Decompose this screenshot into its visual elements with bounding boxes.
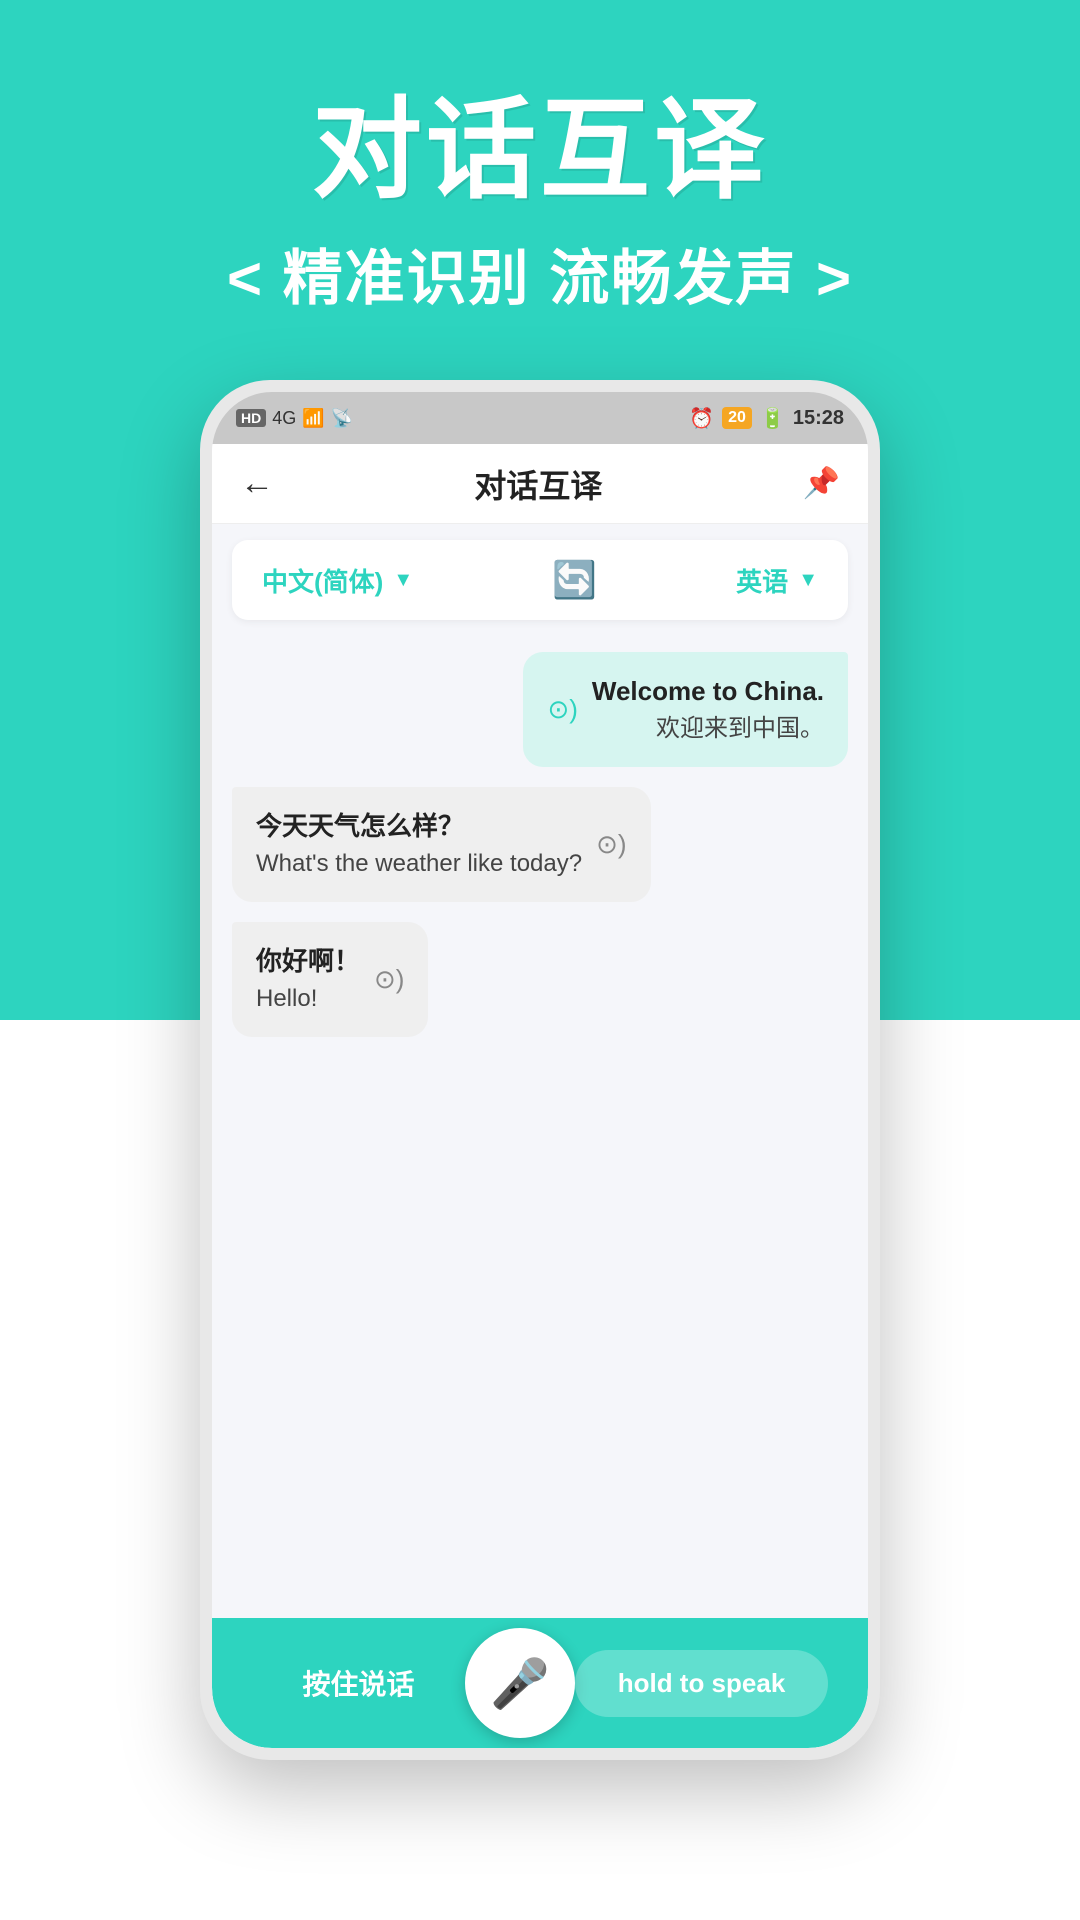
- language-right-arrow: ▼: [798, 569, 818, 592]
- sub-title: < 精准识别 流畅发声 >: [0, 230, 1080, 317]
- status-left: HD 4G 📶 📡: [236, 408, 353, 429]
- wifi-icon: 📡: [331, 408, 353, 429]
- chat-area: ⊙) Welcome to China. 欢迎来到中国。 今天天气怎么样？ Wh…: [212, 636, 868, 1618]
- sound-icon-left-2[interactable]: ⊙): [374, 964, 404, 995]
- sound-icon-left-1[interactable]: ⊙): [596, 829, 626, 860]
- language-selector: 中文(简体) ▼ 🔄 英语 ▼: [232, 540, 848, 620]
- bubble-text-right-1: Welcome to China. 欢迎来到中国。: [592, 672, 824, 747]
- time-display: 15:28: [793, 407, 844, 430]
- status-right: ⏰ 20 🔋 15:28: [689, 406, 844, 431]
- header: 对话互译 < 精准识别 流畅发声 >: [0, 60, 1080, 317]
- main-title: 对话互译: [0, 60, 1080, 220]
- bubble-text-left-1: 今天天气怎么样？ What's the weather like today?: [256, 807, 582, 882]
- bubble-text-left-2: 你好啊！ Hello!: [256, 942, 360, 1017]
- signal-icon: 📶: [302, 408, 324, 429]
- phone-outer: HD 4G 📶 📡 ⏰ 20 🔋 15:28 ← 对话互译: [200, 380, 880, 1760]
- message-bubble-left-2: 你好啊！ Hello! ⊙): [232, 922, 428, 1037]
- bubble-line2-left-2: Hello!: [256, 981, 360, 1017]
- phone-inner: HD 4G 📶 📡 ⏰ 20 🔋 15:28 ← 对话互译: [212, 392, 868, 1748]
- language-left-label: 中文(简体): [262, 562, 383, 599]
- hold-to-speak-left-button[interactable]: 按住说话: [252, 1663, 465, 1703]
- language-left-arrow: ▼: [393, 569, 413, 592]
- language-right-label: 英语: [736, 562, 788, 599]
- bubble-line1-right-1: Welcome to China.: [592, 672, 824, 711]
- app-screen: ← 对话互译 📌 中文(简体) ▼ 🔄 英语 ▼: [212, 444, 868, 1748]
- pin-icon[interactable]: 📌: [803, 466, 840, 501]
- bubble-line1-left-1: 今天天气怎么样？: [256, 807, 582, 846]
- bubble-line1-left-2: 你好啊！: [256, 942, 360, 981]
- language-left-selector[interactable]: 中文(简体) ▼: [262, 562, 413, 599]
- bubble-line2-right-1: 欢迎来到中国。: [592, 711, 824, 747]
- message-bubble-left-1: 今天天气怎么样？ What's the weather like today? …: [232, 787, 651, 902]
- bottom-action-bar: 按住说话 🎤 hold to speak: [212, 1618, 868, 1748]
- swap-languages-button[interactable]: 🔄: [552, 559, 597, 601]
- top-bar: ← 对话互译 📌: [212, 444, 868, 524]
- network-icon: 4G: [272, 408, 296, 429]
- hd-badge: HD: [236, 409, 266, 427]
- screen-title: 对话互译: [474, 461, 602, 507]
- sound-icon-right-1[interactable]: ⊙): [547, 694, 577, 725]
- language-right-selector[interactable]: 英语 ▼: [736, 562, 818, 599]
- phone-mockup: HD 4G 📶 📡 ⏰ 20 🔋 15:28 ← 对话互译: [200, 380, 880, 1760]
- bubble-line2-left-1: What's the weather like today?: [256, 846, 582, 882]
- mic-button[interactable]: 🎤: [465, 1628, 575, 1738]
- message-bubble-right-1: ⊙) Welcome to China. 欢迎来到中国。: [523, 652, 848, 767]
- battery-icon: 🔋: [760, 406, 785, 431]
- status-bar: HD 4G 📶 📡 ⏰ 20 🔋 15:28: [212, 392, 868, 444]
- hold-to-speak-right-button[interactable]: hold to speak: [575, 1650, 828, 1717]
- microphone-icon: 🎤: [490, 1655, 550, 1712]
- alarm-icon: ⏰: [689, 406, 714, 431]
- battery-badge: 20: [722, 407, 752, 429]
- back-button[interactable]: ←: [240, 464, 274, 503]
